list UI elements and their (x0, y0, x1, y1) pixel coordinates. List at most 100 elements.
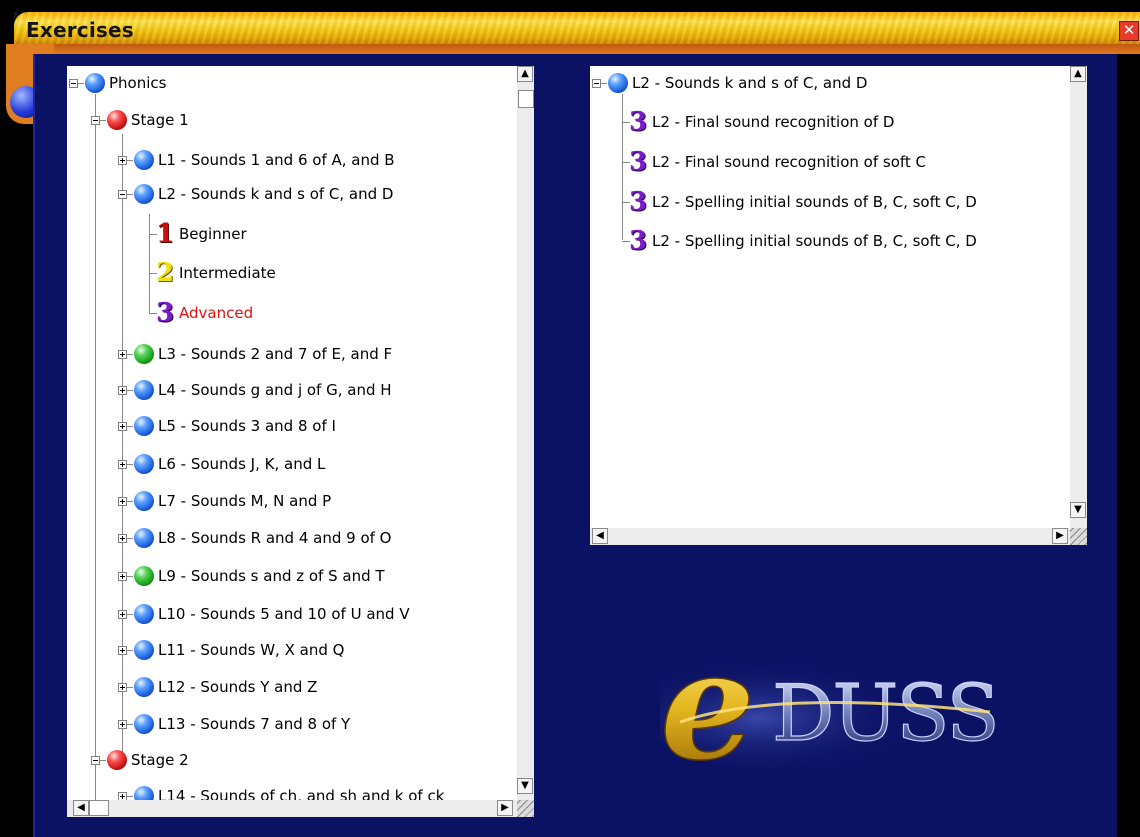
tree-node[interactable]: L1 - Sounds 1 and 6 of A, and B (118, 148, 395, 172)
tree-node[interactable]: L8 - Sounds R and 4 and 9 of O (118, 526, 392, 550)
window-title: Exercises (26, 18, 134, 42)
close-button[interactable]: ✕ (1119, 21, 1139, 41)
expand-icon[interactable] (118, 155, 127, 165)
tree-node[interactable]: Stage 2 (91, 748, 189, 772)
tree-node-selected[interactable]: 3 Advanced (155, 298, 253, 328)
expand-icon[interactable] (118, 682, 127, 692)
tree-node-label[interactable]: L11 - Sounds W, X and Q (158, 641, 344, 659)
tree-node-label[interactable]: L2 - Spelling initial sounds of B, C, so… (652, 193, 977, 211)
scroll-down-button[interactable]: ▼ (517, 778, 533, 794)
scroll-up-button[interactable]: ▲ (1070, 66, 1086, 82)
tree-node-label[interactable]: L2 - Final sound recognition of soft C (652, 153, 926, 171)
tree-node-label[interactable]: L9 - Sounds s and z of S and T (158, 567, 385, 585)
scroll-thumb[interactable] (518, 90, 534, 108)
tree-node-label[interactable]: L2 - Final sound recognition of D (652, 113, 894, 131)
tree-node-label[interactable]: Stage 2 (131, 751, 189, 769)
logo-text: DUSS (772, 669, 998, 759)
tree-node[interactable]: L7 - Sounds M, N and P (118, 489, 331, 513)
tree-node-label[interactable]: Advanced (179, 304, 253, 322)
tree-node[interactable]: 3 L2 - Spelling initial sounds of B, C, … (628, 189, 977, 215)
tree-node[interactable]: L5 - Sounds 3 and 8 of I (118, 414, 336, 438)
tree-node[interactable]: 3 L2 - Final sound recognition of D (628, 109, 895, 135)
exercise-tree[interactable]: L2 - Sounds k and s of C, and D 3 L2 - F… (590, 66, 1070, 528)
blue-ball-icon (134, 150, 154, 170)
tree-node[interactable]: L10 - Sounds 5 and 10 of U and V (118, 602, 410, 626)
tree-connector (122, 134, 123, 758)
expand-icon[interactable] (118, 645, 127, 655)
tree-node-label[interactable]: L12 - Sounds Y and Z (158, 678, 317, 696)
tree-node[interactable]: L3 - Sounds 2 and 7 of E, and F (118, 342, 392, 366)
tree-node-label[interactable]: L8 - Sounds R and 4 and 9 of O (158, 529, 392, 547)
blue-ball-icon (134, 491, 154, 511)
tree-node-label[interactable]: L13 - Sounds 7 and 8 of Y (158, 715, 350, 733)
tree-node-label[interactable]: L2 - Sounds k and s of C, and D (632, 74, 867, 92)
tree-node[interactable]: L14 - Sounds of ch, and sh and k of ck (118, 784, 444, 800)
blue-ball-icon (134, 714, 154, 734)
scroll-right-button[interactable]: ▶ (1052, 528, 1068, 544)
scroll-thumb[interactable] (89, 800, 109, 816)
category-tree[interactable]: Phonics Stage 1 L1 - Sounds 1 and 6 of A… (67, 66, 517, 800)
tree-node-label[interactable]: L2 - Spelling initial sounds of B, C, so… (652, 232, 977, 250)
left-horizontal-scrollbar[interactable]: ◀ ▶ (67, 800, 517, 817)
tree-node[interactable]: 3 L2 - Spelling initial sounds of B, C, … (628, 226, 977, 256)
tree-node[interactable]: 1 Beginner (155, 221, 247, 247)
collapse-icon[interactable] (91, 115, 100, 125)
tree-node-label[interactable]: L10 - Sounds 5 and 10 of U and V (158, 605, 410, 623)
expand-icon[interactable] (118, 385, 127, 395)
expand-icon[interactable] (118, 533, 127, 543)
left-vertical-scrollbar[interactable]: ▲ ▼ (517, 66, 534, 800)
expand-icon[interactable] (118, 349, 127, 359)
blue-ball-icon (134, 786, 154, 800)
tree-node-label[interactable]: L7 - Sounds M, N and P (158, 492, 331, 510)
expand-icon[interactable] (118, 459, 127, 469)
expand-icon[interactable] (118, 571, 127, 581)
tree-node-label[interactable]: Stage 1 (131, 111, 189, 129)
tree-node[interactable]: L9 - Sounds s and z of S and T (118, 564, 385, 588)
resize-grip[interactable] (1070, 528, 1087, 545)
tree-node[interactable]: 2 Intermediate (155, 260, 276, 286)
tree-node-label[interactable]: Phonics (109, 74, 166, 92)
resize-grip[interactable] (517, 800, 534, 817)
right-horizontal-scrollbar[interactable]: ◀ ▶ (590, 528, 1070, 545)
tree-node-label[interactable]: L3 - Sounds 2 and 7 of E, and F (158, 345, 392, 363)
collapse-icon[interactable] (91, 755, 100, 765)
tree-node[interactable]: L4 - Sounds g and j of G, and H (118, 378, 392, 402)
collapse-icon[interactable] (118, 189, 127, 199)
tree-node-label[interactable]: Intermediate (179, 264, 276, 282)
scroll-up-button[interactable]: ▲ (517, 66, 533, 82)
expand-icon[interactable] (118, 496, 127, 506)
tree-node-label[interactable]: Beginner (179, 225, 247, 243)
tree-node-label[interactable]: L1 - Sounds 1 and 6 of A, and B (158, 151, 395, 169)
scroll-left-button[interactable]: ◀ (592, 528, 608, 544)
expand-icon[interactable] (118, 609, 127, 619)
expand-icon[interactable] (118, 719, 127, 729)
tree-node-label[interactable]: L6 - Sounds J, K, and L (158, 455, 325, 473)
tree-node[interactable]: L11 - Sounds W, X and Q (118, 638, 344, 662)
tree-node[interactable]: L2 - Sounds k and s of C, and D (118, 182, 393, 206)
tree-node[interactable]: Phonics (69, 71, 166, 95)
tree-node[interactable]: L2 - Sounds k and s of C, and D (592, 71, 867, 95)
tree-node-label[interactable]: L2 - Sounds k and s of C, and D (158, 185, 393, 203)
scroll-down-button[interactable]: ▼ (1070, 502, 1086, 518)
title-bar[interactable] (14, 12, 1140, 44)
top-strip (0, 0, 1140, 12)
green-ball-icon (134, 344, 154, 364)
tree-node-label[interactable]: L14 - Sounds of ch, and sh and k of ck (158, 787, 444, 800)
scroll-left-button[interactable]: ◀ (73, 800, 89, 816)
expand-icon[interactable] (118, 421, 127, 431)
scroll-right-button[interactable]: ▶ (497, 800, 513, 816)
tree-node[interactable]: Stage 1 (91, 108, 189, 132)
tree-node[interactable]: L12 - Sounds Y and Z (118, 675, 317, 699)
tree-node[interactable]: 3 L2 - Final sound recognition of soft C (628, 149, 926, 175)
tree-node[interactable]: L6 - Sounds J, K, and L (118, 452, 325, 476)
collapse-icon[interactable] (592, 78, 601, 88)
expand-icon[interactable] (118, 791, 127, 800)
tree-node-label[interactable]: L4 - Sounds g and j of G, and H (158, 381, 392, 399)
tree-node[interactable]: L13 - Sounds 7 and 8 of Y (118, 712, 350, 736)
eduss-logo: e DUSS (660, 640, 1000, 770)
collapse-icon[interactable] (69, 78, 78, 88)
right-vertical-scrollbar[interactable]: ▲ ▼ (1070, 66, 1087, 528)
level-three-icon: 3 (155, 298, 175, 328)
tree-node-label[interactable]: L5 - Sounds 3 and 8 of I (158, 417, 336, 435)
level-three-icon: 3 (628, 226, 648, 256)
